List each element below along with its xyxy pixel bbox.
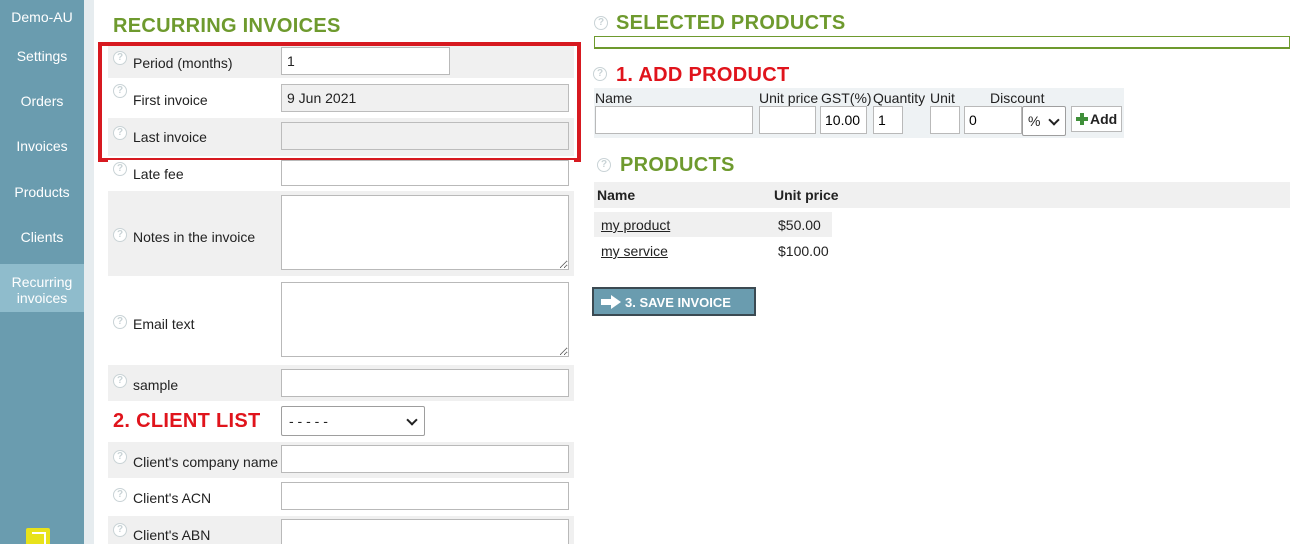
product-price: $50.00: [778, 217, 821, 233]
help-icon[interactable]: ?: [113, 228, 127, 242]
add-unit-price-input[interactable]: [759, 106, 816, 134]
save-invoice-label: 3. SAVE INVOICE: [625, 295, 731, 310]
add-button[interactable]: Add: [1071, 106, 1122, 132]
product-link[interactable]: my service: [601, 243, 668, 259]
late-fee-label: Late fee: [133, 166, 184, 182]
sidebar-item-settings[interactable]: Settings: [0, 48, 84, 64]
product-link[interactable]: my product: [601, 217, 670, 233]
sidebar: Demo-AU Settings Orders Invoices Product…: [0, 0, 84, 544]
selected-products-bar: [594, 36, 1290, 49]
sample-row: ? sample: [108, 365, 574, 401]
add-name-label: Name: [595, 90, 633, 106]
table-row: my product $50.00: [594, 212, 832, 237]
client-abn-label: Client's ABN: [133, 527, 211, 543]
client-acn-input[interactable]: [281, 482, 569, 510]
email-text-row: ? Email text: [108, 280, 574, 360]
table-row: my service $100.00: [594, 238, 832, 263]
add-discount-input[interactable]: [964, 106, 1022, 134]
sidebar-item-demo-au[interactable]: Demo-AU: [0, 9, 84, 25]
sidebar-item-clients[interactable]: Clients: [0, 229, 84, 245]
add-discount-label: Discount: [990, 90, 1045, 106]
products-table-header: Name Unit price: [594, 182, 1290, 208]
highlight-box: [98, 42, 581, 162]
client-abn-row: ? Client's ABN: [108, 516, 574, 544]
add-gst-input[interactable]: [820, 106, 867, 134]
sidebar-item-orders[interactable]: Orders: [0, 93, 84, 109]
help-icon[interactable]: ?: [113, 374, 127, 388]
product-price: $100.00: [778, 243, 829, 259]
sidebar-item-invoices[interactable]: Invoices: [0, 138, 84, 154]
help-icon[interactable]: ?: [113, 488, 127, 502]
sample-label: sample: [133, 377, 179, 393]
add-gst-label: GST(%): [821, 90, 872, 106]
discount-type-select[interactable]: %: [1022, 106, 1066, 136]
client-company-input[interactable]: [281, 445, 569, 473]
sample-input[interactable]: [281, 369, 569, 397]
client-company-row: ? Client's company name: [108, 442, 574, 478]
notes-row: ? Notes in the invoice: [108, 191, 574, 276]
arrow-right-icon: [601, 295, 621, 309]
sidebar-item-recurring-invoices[interactable]: Recurring invoices: [0, 264, 84, 312]
client-select-value: - - - - -: [289, 413, 328, 429]
help-icon[interactable]: ?: [113, 450, 127, 464]
logout-icon[interactable]: [26, 528, 50, 544]
add-quantity-input[interactable]: [873, 106, 903, 134]
chevron-down-icon: [1048, 114, 1060, 126]
notes-label: Notes in the invoice: [133, 229, 256, 245]
help-icon[interactable]: ?: [113, 162, 127, 176]
client-acn-row: ? Client's ACN: [108, 480, 574, 516]
add-name-input[interactable]: [595, 106, 753, 134]
add-product-title: 1. ADD PRODUCT: [616, 64, 790, 86]
email-text-label: Email text: [133, 316, 195, 332]
help-icon[interactable]: ?: [113, 315, 127, 329]
client-acn-label: Client's ACN: [133, 490, 212, 506]
products-title: PRODUCTS: [620, 154, 735, 176]
discount-type-value: %: [1028, 113, 1041, 129]
chevron-down-icon: [406, 414, 418, 426]
late-fee-input[interactable]: [281, 160, 569, 186]
client-select[interactable]: - - - - -: [281, 406, 425, 436]
recurring-invoices-title: RECURRING INVOICES: [113, 15, 341, 37]
add-unit-price-label: Unit price: [759, 90, 819, 106]
plus-icon: [1076, 113, 1088, 125]
add-button-label: Add: [1090, 111, 1118, 127]
help-icon[interactable]: ?: [597, 158, 611, 172]
save-invoice-button[interactable]: 3. SAVE INVOICE: [592, 287, 756, 316]
sidebar-item-products[interactable]: Products: [0, 184, 84, 200]
client-list-title: 2. CLIENT LIST: [113, 410, 261, 432]
client-abn-input[interactable]: [281, 519, 569, 544]
add-unit-label: Unit: [930, 90, 955, 106]
sidebar-divider: [84, 0, 94, 544]
products-col-name: Name: [597, 187, 636, 203]
products-col-price: Unit price: [774, 187, 839, 203]
late-fee-row: ? Late fee: [108, 160, 574, 190]
help-icon[interactable]: ?: [593, 67, 607, 81]
selected-products-title: SELECTED PRODUCTS: [616, 12, 846, 34]
add-quantity-label: Quantity: [873, 90, 926, 106]
email-textarea[interactable]: [281, 282, 569, 357]
notes-textarea[interactable]: [281, 195, 569, 270]
client-company-label: Client's company name: [133, 454, 279, 470]
help-icon[interactable]: ?: [594, 16, 608, 30]
add-unit-input[interactable]: [930, 106, 960, 134]
help-icon[interactable]: ?: [113, 523, 127, 537]
